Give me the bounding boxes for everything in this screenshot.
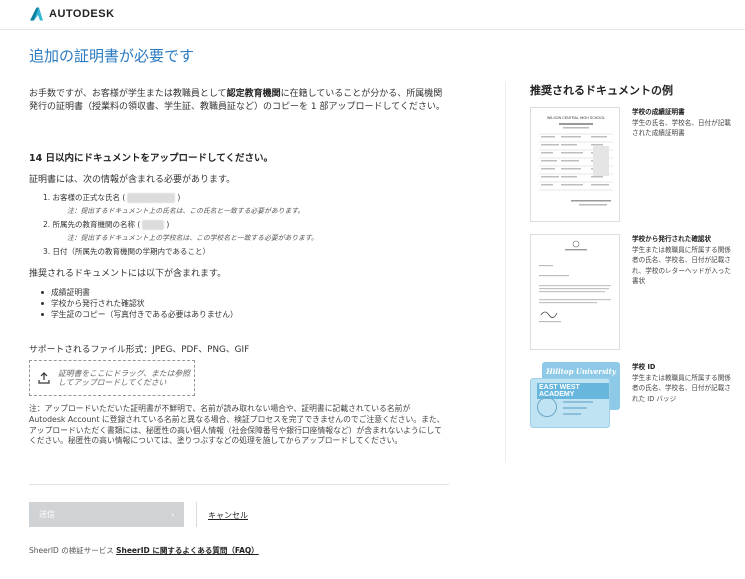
accredited-institution-term: 認定教育機関 [226,89,281,99]
intro-text: お手数ですが、お客様が学生または教職員として認定教育機関に在籍していることが分か… [29,89,445,112]
list-item: 学生証のコピー（写真付きである必要はありません） [41,309,238,320]
autodesk-logo[interactable]: AUTODESK [29,7,115,21]
file-upload-dropzone[interactable]: 証明書をここにドラッグ、または参照してアップロードしてください [29,360,195,396]
requirement-note: 注：提出するドキュメント上の氏名は、この氏名と一致する必要があります。 [67,207,305,215]
main-content: お手数ですが、お客様が学生または教職員として認定教育機関に在籍していることが分か… [29,88,449,445]
chevron-right-icon: › [171,510,174,519]
redacted-name [127,192,176,203]
redacted-school [142,219,165,230]
divider [196,502,197,527]
transcript-heading: WILSON CENTRAL HIGH SCHOOL [547,116,605,120]
school-id-caption: 学校 ID 学生または教職員に所属する関係者の氏名、学校名、日付が記載された I… [632,363,731,403]
faq-footer: SheerID の検証サービス SheerID に関するよくある質問（FAQ） [29,546,259,555]
transcript-caption: 学校の成績証明書 学生の氏名、学校名、日付が記載された成績証明書 [632,108,731,137]
requirements-intro: 証明書には、次の情報が含まれる必要があります。 [29,175,236,185]
sidebar-title: 推奨されるドキュメントの例 [530,84,673,97]
id-card-front: EAST WEST ACADEMY [530,378,610,428]
upload-icon [38,372,50,384]
confirmation-letter-caption: 学校から発行された確認状 学生または教職員に所属する関係者の氏名、学校名、日付が… [632,235,731,285]
requirement-item: 3. 日付（所属先の教育機関の学期内であること） [43,247,210,256]
submit-label: 送信 [39,510,55,519]
confirmation-letter-example-image [530,234,620,350]
cancel-button[interactable]: キャンセル [208,510,248,521]
submit-button[interactable]: 送信 › [29,502,184,527]
page-title: 追加の証明書が必要です [29,47,195,65]
dropzone-text: 証明書をここにドラッグ、または参照してアップロードしてください [58,368,190,388]
transcript-example-image: WILSON CENTRAL HIGH SCHOOL [530,107,620,222]
list-item: 学校から発行された確認状 [41,298,238,309]
requirement-item: 2. 所属先の教育機関の名称 () 注：提出するドキュメント上の学校名は、この学… [43,219,443,242]
brand-name: AUTODESK [49,8,115,20]
requirement-note: 注：提出するドキュメント上の学校名は、この学校名と一致する必要があります。 [67,234,318,242]
supported-formats: サポートされるファイル形式：JPEG、PDF、PNG、GIF [29,345,250,355]
sidebar-divider [505,82,506,462]
school-id-example-image: Hilltop University EAST WEST ACADEMY [530,362,622,428]
top-bar: AUTODESK [0,0,745,30]
avatar [537,397,557,417]
upload-notice: 注：アップロードいただいた証明書が不鮮明で、名前が読み取れない場合や、証明書に記… [29,404,445,446]
upload-deadline: 14 日以内にドキュメントをアップロードしてください。 [29,153,273,164]
autodesk-logo-icon [30,7,43,21]
recommended-intro: 推奨されるドキュメントには以下が含まれます。 [29,269,227,279]
list-item: 成績証明書 [41,287,238,298]
requirement-item: 1. お客様の正式な氏名 () 注：提出するドキュメント上の氏名は、この氏名と一… [43,192,443,215]
requirements-list: 1. お客様の正式な氏名 () 注：提出するドキュメント上の氏名は、この氏名と一… [43,192,443,261]
recommended-list: 成績証明書 学校から発行された確認状 学生証のコピー（写真付きである必要はありま… [41,287,238,320]
divider [29,484,449,485]
faq-link[interactable]: SheerID に関するよくある質問（FAQ） [116,546,259,555]
